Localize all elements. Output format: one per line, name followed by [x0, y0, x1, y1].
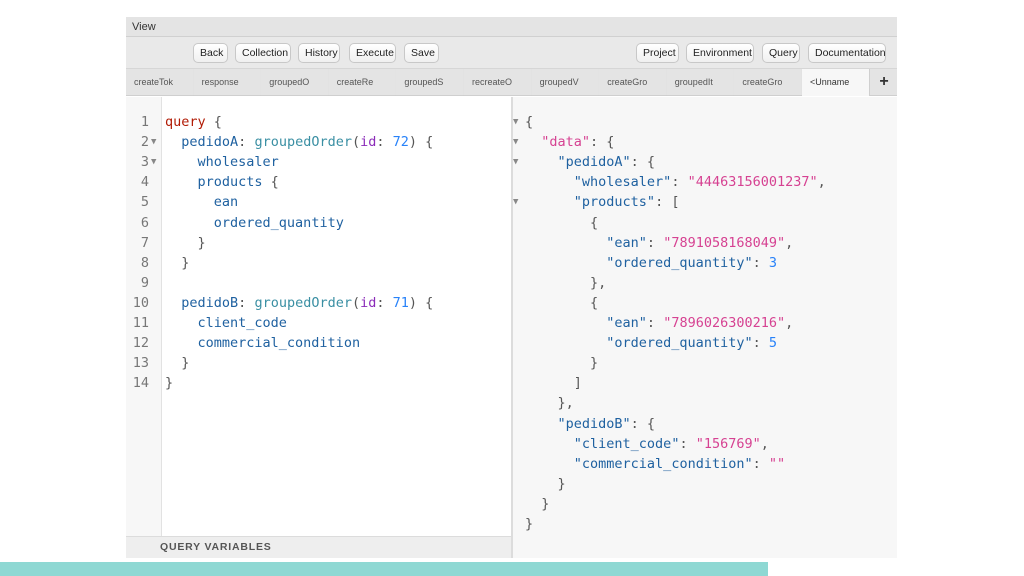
menu-view[interactable]: View	[132, 21, 156, 33]
line-number: 10	[132, 294, 149, 311]
code-line: "ordered_quantity": 3	[606, 254, 777, 271]
code-line: pedidoA: groupedOrder(id: 72) {	[181, 134, 434, 151]
query-editor[interactable]: 1 query { 2 ▼ pedidoA: groupedOrder(id: 72)…	[126, 97, 511, 558]
tab-3[interactable]: createRe	[329, 69, 397, 96]
code-line: },	[525, 274, 607, 291]
tab-10[interactable]: <Unname	[802, 69, 870, 96]
code-line: }	[165, 375, 174, 392]
environment-button[interactable]: Environment	[686, 43, 754, 63]
code-line: },	[525, 395, 574, 412]
code-line: ean	[213, 194, 239, 211]
code-line: {	[525, 294, 599, 311]
tab-6[interactable]: groupedV	[532, 69, 600, 96]
tab-2[interactable]: groupedO	[261, 69, 329, 96]
code-line: "data": {	[541, 134, 615, 151]
menu-bar: View	[126, 17, 897, 37]
code-line: client_code	[197, 315, 287, 331]
code-line: "products": [	[573, 194, 680, 211]
line-number: 12	[132, 335, 149, 352]
tab-9[interactable]: createGro	[734, 69, 802, 96]
back-button[interactable]: Back	[193, 43, 228, 63]
line-number: 14	[132, 375, 149, 392]
code-line: ordered_quantity	[213, 214, 344, 231]
fold-arrow-icon[interactable]: ▼	[513, 152, 518, 172]
code-line: {	[525, 214, 599, 231]
line-number: 7	[140, 234, 149, 251]
code-line: "ordered_quantity": 5	[606, 335, 777, 352]
code-line: }	[165, 254, 190, 271]
tab-0[interactable]: createTok	[126, 69, 194, 96]
code-line: "ean": "7891058168049",	[606, 234, 794, 251]
fold-arrow-icon[interactable]: ▼	[513, 192, 518, 212]
add-tab-icon[interactable]: +	[871, 69, 897, 96]
tab-4[interactable]: groupedS	[396, 69, 464, 96]
line-number: 3	[140, 154, 149, 171]
line-number: 13	[132, 355, 149, 372]
result-viewer: ▼ { ▼ "data": { ▼ "pedidoA": { "wholesaler"…	[513, 97, 897, 558]
code-line: "client_code": "156769",	[573, 435, 769, 452]
code-line: }	[525, 516, 534, 532]
fold-arrow-icon[interactable]: ▼	[513, 112, 518, 132]
graphql-client-window: View Back Collection History Execute Sav…	[126, 17, 897, 558]
save-button[interactable]: Save	[404, 43, 439, 63]
line-number: 1	[140, 114, 149, 130]
line-number: 6	[140, 214, 149, 231]
line-number: 8	[140, 254, 149, 271]
query-variables-toggle[interactable]: QUERY VARIABLES	[126, 536, 511, 558]
code-line: pedidoB: groupedOrder(id: 71) {	[181, 294, 434, 311]
tab-1[interactable]: response	[194, 69, 262, 96]
code-line: ]	[525, 375, 582, 392]
query-button[interactable]: Query	[762, 43, 800, 63]
line-number: 5	[140, 194, 149, 211]
code-line: "commercial_condition": ""	[573, 455, 786, 472]
tab-5[interactable]: recreateO	[464, 69, 532, 96]
code-line: {	[525, 114, 534, 130]
tab-7[interactable]: createGro	[599, 69, 667, 96]
code-line: products {	[197, 174, 279, 191]
fold-arrow-icon[interactable]: ▼	[151, 132, 156, 152]
toolbar: Back Collection History Execute Save Pro…	[126, 37, 897, 69]
slide-accent-bar	[0, 562, 768, 576]
code-line: "pedidoA": {	[557, 154, 656, 171]
tab-8[interactable]: groupedIt	[667, 69, 735, 96]
code-line: }	[165, 355, 190, 372]
execute-button[interactable]: Execute	[349, 43, 396, 63]
line-number: 9	[140, 274, 149, 291]
code-line: query {	[165, 114, 222, 130]
code-line: "wholesaler": "44463156001237",	[573, 174, 826, 191]
fold-arrow-icon[interactable]: ▼	[513, 132, 518, 152]
history-button[interactable]: History	[298, 43, 340, 63]
code-line: }	[165, 234, 206, 251]
code-line: commercial_condition	[197, 335, 361, 352]
query-tabs: <Unname createGro groupedIt createGro groupe…	[126, 69, 897, 96]
code-line: "ean": "7896026300216",	[606, 315, 794, 331]
fold-arrow-icon[interactable]: ▼	[151, 152, 156, 172]
line-number: 11	[132, 315, 149, 331]
code-line: }	[525, 355, 599, 372]
code-line: wholesaler	[197, 154, 279, 171]
line-number: 2	[140, 134, 149, 151]
project-button[interactable]: Project	[636, 43, 679, 63]
collection-button[interactable]: Collection	[235, 43, 291, 63]
code-line: "pedidoB": {	[557, 415, 656, 432]
documentation-button[interactable]: Documentation	[808, 43, 886, 63]
line-number: 4	[140, 174, 149, 191]
code-line: }	[525, 475, 566, 492]
code-line: }	[525, 495, 550, 512]
